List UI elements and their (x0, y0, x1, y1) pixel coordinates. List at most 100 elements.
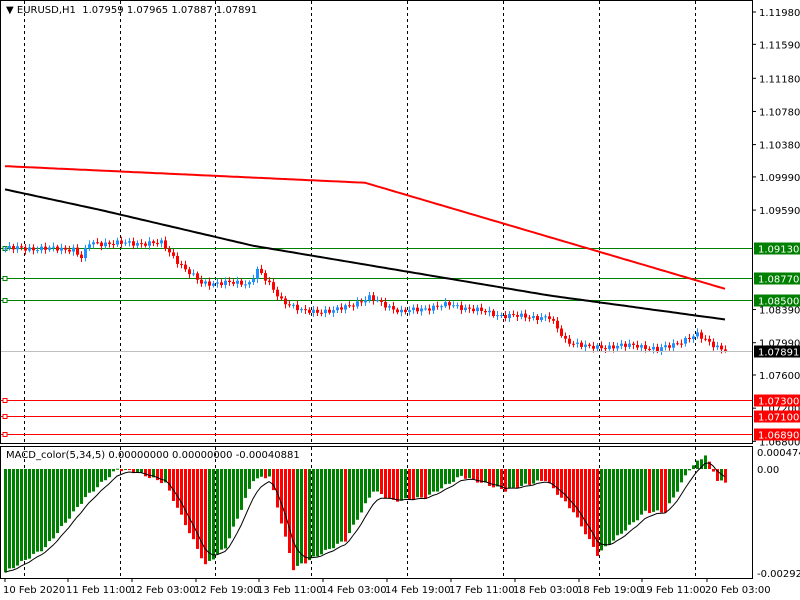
candle-body (548, 316, 551, 320)
macd-histogram-bar (584, 469, 587, 535)
macd-histogram-bar (280, 469, 283, 524)
candle-body (620, 343, 623, 346)
candle-body (16, 246, 19, 250)
macd-histogram-bar (464, 469, 467, 479)
candle-body (572, 343, 575, 345)
macd-histogram-bar (244, 469, 247, 498)
candle-body (456, 305, 459, 307)
red-level-handle (2, 432, 8, 437)
candle-body (388, 306, 391, 308)
candle-body (568, 338, 571, 344)
candle-body (200, 279, 203, 284)
macd-histogram-bar (12, 469, 15, 569)
macd-histogram-bar (420, 469, 423, 498)
candle-body (616, 345, 619, 349)
collapse-triangle-icon[interactable]: ▼ (6, 5, 14, 16)
macd-value-2: 0.00000000 (172, 450, 233, 461)
macd-histogram-bar (56, 469, 59, 534)
macd-histogram-bar (668, 469, 671, 504)
candle-body (372, 295, 375, 301)
candle-body (716, 345, 719, 348)
candle-body (656, 346, 659, 352)
candle-body (260, 268, 263, 274)
macd-histogram-bar (336, 469, 339, 544)
price-chart[interactable]: 1.11980 1.11590 1.11180 1.10780 1.10380 1.099… (0, 0, 800, 600)
macd-histogram-bar (68, 469, 71, 519)
macd-histogram-bar (628, 469, 631, 525)
candle-body (708, 338, 711, 342)
macd-histogram-bar (364, 469, 367, 504)
macd-histogram-bar (516, 469, 519, 489)
macd-histogram-bar (484, 469, 487, 483)
candle-body (532, 316, 535, 318)
macd-histogram-bar (24, 469, 27, 560)
candle-body (680, 343, 683, 345)
red-level-handle (2, 414, 8, 419)
candle-body (268, 280, 271, 283)
candle-body (352, 305, 355, 307)
candle-body (144, 243, 147, 246)
price-axis-label: 1.10380 (759, 141, 800, 152)
macd-histogram-bar (308, 469, 311, 561)
candle-body (724, 349, 727, 351)
candle-body (220, 282, 223, 285)
candle-body (132, 241, 135, 246)
candle-body (364, 299, 367, 303)
candle-body (408, 310, 411, 312)
macd-histogram-bar (292, 469, 295, 571)
low-value: 1.07887 (171, 5, 213, 16)
green-level-handle (2, 298, 8, 303)
candle-body (112, 244, 115, 246)
macd-histogram-bar (28, 469, 31, 559)
candle-body (328, 309, 331, 313)
macd-histogram-bar (660, 469, 663, 513)
macd-histogram-bar (348, 469, 351, 534)
candle-body (276, 289, 279, 297)
mt4-chart-window[interactable]: 1.11980 1.11590 1.11180 1.10780 1.10380 1.099… (0, 0, 800, 600)
candle-body (168, 249, 171, 253)
candle-body (172, 252, 175, 256)
macd-title: MACD_color(5,34,5) (6, 450, 106, 461)
close-value: 1.07891 (215, 5, 258, 16)
macd-histogram-bar (652, 469, 655, 512)
macd-histogram-bar (624, 469, 627, 531)
time-axis-label: 19 Feb 11:00 (640, 585, 706, 596)
green-level-handle (2, 276, 8, 281)
macd-histogram-bar (64, 469, 67, 523)
green-level-price-label: 1.08770 (758, 275, 799, 286)
candle-body (472, 308, 475, 312)
macd-histogram-bar (48, 469, 51, 542)
macd-histogram-bar (172, 469, 175, 501)
macd-histogram-bar (72, 469, 75, 512)
macd-histogram-bar (344, 469, 347, 542)
candle-body (324, 309, 327, 314)
macd-histogram-bar (604, 469, 607, 547)
candle-body (232, 282, 235, 284)
macd-histogram-bar (632, 469, 635, 523)
candle-body (360, 301, 363, 303)
macd-histogram-bar (680, 469, 683, 483)
chart-header: ▼ EURUSD,H1 1.07959 1.07965 1.07887 1.07… (6, 5, 257, 16)
candle-body (48, 247, 51, 250)
macd-histogram-bar (496, 469, 499, 487)
macd-histogram-bar (332, 469, 335, 549)
price-axis-label: 1.09990 (759, 173, 800, 184)
candle-body (160, 240, 163, 244)
candle-body (180, 263, 183, 265)
macd-histogram-bar (84, 469, 87, 498)
macd-histogram-bar (176, 469, 179, 508)
candle-body (236, 280, 239, 284)
red-level-price-label: 1.07300 (758, 397, 799, 408)
macd-histogram-bar (276, 469, 279, 508)
macd-axis-label: -0.002922 (757, 569, 800, 580)
macd-panel-frame (0, 446, 753, 579)
candle-body (368, 295, 371, 300)
candle-body (560, 328, 563, 336)
macd-histogram-bar (404, 469, 407, 499)
macd-histogram-bar (188, 469, 191, 534)
macd-histogram-bar (392, 469, 395, 500)
macd-histogram-bar (52, 469, 55, 539)
candle-body (288, 304, 291, 306)
macd-histogram-bar (448, 469, 451, 484)
macd-histogram-bar (4, 469, 7, 573)
